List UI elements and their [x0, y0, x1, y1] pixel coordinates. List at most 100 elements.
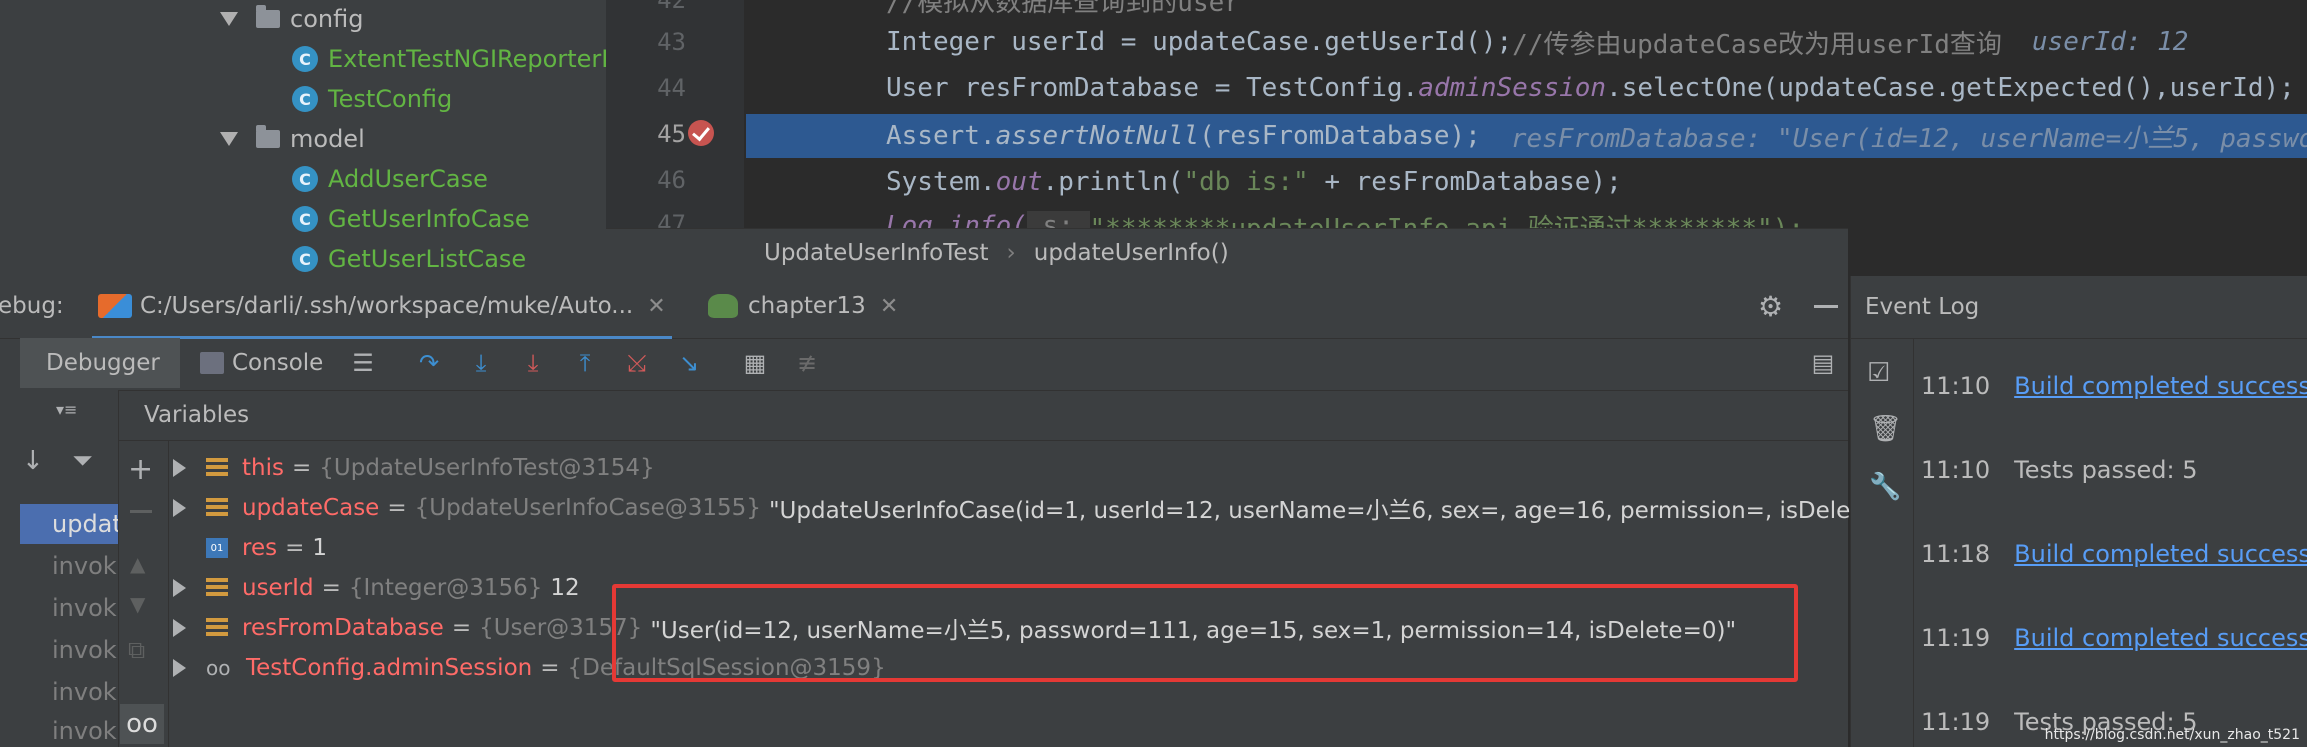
step-over-icon[interactable]: ↷ — [412, 346, 446, 380]
breakpoint-icon[interactable] — [688, 120, 714, 146]
tree-class-item[interactable]: C AddUserCase — [292, 160, 488, 198]
tree-class-item[interactable]: C ExtentTestNGIReporterL — [292, 40, 606, 78]
event-time: 11:19 — [1921, 624, 1991, 652]
add-watch-icon[interactable]: + — [128, 452, 153, 487]
code-editor[interactable]: 42 43 44 45 46 47 //模拟从数据库查询到的user Integ… — [606, 0, 2307, 228]
variable-value: 12 — [550, 575, 580, 601]
variables-panel: Variables + ▲ ▼ ⧉ oo this = {UpdateUserI… — [118, 390, 2186, 747]
frame-item[interactable]: updat — [20, 504, 118, 544]
variable-row[interactable]: this = {UpdateUserInfoTest@3154} — [173, 448, 655, 488]
parameter-hint: s: — [1026, 211, 1090, 228]
tab-debugger[interactable]: Debugger — [20, 338, 180, 388]
restore-layout-icon[interactable]: ▤ — [1806, 346, 1840, 380]
tree-class-item[interactable]: C TestConfig — [292, 80, 452, 118]
sort-down-icon[interactable]: ↓ — [22, 446, 44, 476]
code-comment: //传参由updateCase改为用userId查询 — [1512, 29, 2002, 60]
tree-class-label: AddUserCase — [328, 165, 488, 193]
expand-arrow-icon[interactable] — [173, 459, 186, 477]
code-text: (resFromDatabase); — [1199, 121, 1481, 151]
expand-arrow-icon[interactable] — [173, 499, 186, 517]
gear-icon[interactable]: ⚙ — [1758, 276, 1783, 336]
mark-read-icon[interactable]: ☑ — [1867, 358, 1890, 388]
tree-class-item[interactable]: C GetUserInfoCase — [292, 200, 530, 238]
event-link[interactable]: Build completed successfully — [2014, 372, 2307, 400]
expand-triangle-icon[interactable] — [220, 12, 238, 26]
expand-arrow-icon[interactable] — [173, 619, 186, 637]
code-static-field: out — [995, 167, 1043, 197]
move-down-icon: ▼ — [130, 592, 146, 616]
variables-title: Variables — [144, 402, 250, 428]
frames-list: ▾≡ ↓ ⏷ updat invok invok invok invok inv… — [0, 390, 119, 747]
folder-icon — [256, 125, 280, 148]
testng-icon — [98, 294, 132, 318]
evaluate-expression-icon[interactable]: ▦ — [738, 346, 772, 380]
tree-folder-config[interactable]: config — [220, 0, 363, 38]
frame-item[interactable]: invok — [20, 672, 118, 712]
force-step-into-icon[interactable]: ⤓ — [516, 346, 550, 380]
tree-class-item[interactable]: C GetUserListCase — [292, 240, 526, 276]
editor-gutter[interactable]: 42 43 44 45 46 47 — [606, 0, 744, 228]
expand-arrow-icon[interactable] — [173, 659, 186, 677]
breadcrumb-method[interactable]: updateUserInfo() — [1034, 240, 1229, 266]
variables-side-toolbar: + ▲ ▼ ⧉ oo — [118, 440, 169, 747]
trace-stream-icon: ≢ — [796, 349, 818, 377]
variables-header: Variables — [118, 390, 1848, 441]
event-log-side-toolbar: ☑ 🗑 🔧 — [1851, 338, 1914, 747]
wrench-icon[interactable]: 🔧 — [1869, 472, 1901, 502]
minimize-icon[interactable] — [1814, 305, 1838, 308]
frame-item[interactable]: invok — [20, 546, 118, 586]
step-into-icon[interactable]: ⤓ — [464, 346, 498, 380]
variable-name: userId — [242, 575, 314, 601]
event-link[interactable]: Build completed successfully — [2014, 624, 2307, 652]
step-out-icon[interactable]: ⤒ — [568, 346, 602, 380]
event-link[interactable]: Build completed successfully — [2014, 540, 2307, 568]
watches-toggle-icon[interactable]: oo — [120, 704, 164, 744]
line-number: 45 — [657, 120, 686, 148]
variable-equals: = — [540, 655, 560, 681]
annotation-highlight-box — [612, 584, 1798, 682]
code-line-43: Integer userId = updateCase.getUserId();… — [886, 20, 2188, 64]
class-icon: C — [292, 46, 318, 72]
tree-folder-model[interactable]: model — [220, 120, 365, 158]
event-log-title: Event Log — [1865, 294, 1980, 320]
filter-icon[interactable]: ⏷ — [72, 446, 93, 477]
code-line-45: Assert. assertNotNull (resFromDatabase); re… — [886, 114, 2307, 158]
tab-console[interactable]: Console — [200, 338, 323, 388]
code-static-field: adminSession — [1418, 73, 1607, 103]
drop-frame-icon[interactable]: ⤩ — [620, 346, 654, 380]
expand-arrow-icon[interactable] — [173, 579, 186, 597]
tree-folder-label: model — [290, 125, 365, 153]
breadcrumb-separator: › — [1006, 240, 1016, 266]
copy-icon: ⧉ — [128, 636, 146, 664]
variable-equals: = — [285, 535, 305, 561]
frame-label: invok — [52, 716, 117, 745]
close-icon[interactable]: ✕ — [880, 294, 898, 319]
frame-item[interactable]: invok — [20, 630, 118, 670]
tab-chapter13[interactable]: chapter13 ✕ — [708, 276, 898, 336]
run-to-cursor-icon[interactable]: ↘ — [672, 346, 706, 380]
line-number: 44 — [657, 74, 686, 102]
frame-label: invok — [52, 552, 117, 580]
event-log-entry: 11:10 Tests passed: 5 — [1921, 450, 2198, 490]
code-text: System. — [886, 167, 996, 197]
code-string: "db is:" — [1183, 167, 1309, 197]
no-expand-spacer — [173, 539, 186, 557]
frame-item[interactable]: invok — [20, 588, 118, 628]
variable-row[interactable]: userId = {Integer@3156} 12 — [173, 568, 580, 608]
frames-layout-icon[interactable]: ☰ — [346, 346, 380, 380]
tab-debug-session[interactable]: C:/Users/darli/.ssh/workspace/muke/Auto.… — [92, 276, 672, 339]
inline-debug-value: userId: 12 — [2031, 27, 2189, 57]
line-number: 42 — [657, 0, 686, 14]
breadcrumb-class[interactable]: UpdateUserInfoTest — [764, 240, 989, 266]
variable-row[interactable]: 01 res = 1 — [173, 528, 327, 568]
frame-item[interactable]: invok — [20, 714, 118, 747]
class-icon: C — [292, 206, 318, 232]
thread-selector-icon[interactable]: ▾≡ — [56, 400, 77, 419]
trash-icon[interactable]: 🗑 — [1869, 414, 1902, 444]
expand-triangle-icon[interactable] — [220, 132, 238, 146]
close-icon[interactable]: ✕ — [647, 294, 665, 319]
variable-type: {UpdateUserInfoCase@3155} — [414, 495, 761, 521]
code-text: User resFromDatabase = TestConfig. — [886, 73, 1419, 103]
event-log-entry: 11:18 Build completed successfully — [1921, 534, 2307, 574]
variable-name: res — [242, 535, 278, 561]
